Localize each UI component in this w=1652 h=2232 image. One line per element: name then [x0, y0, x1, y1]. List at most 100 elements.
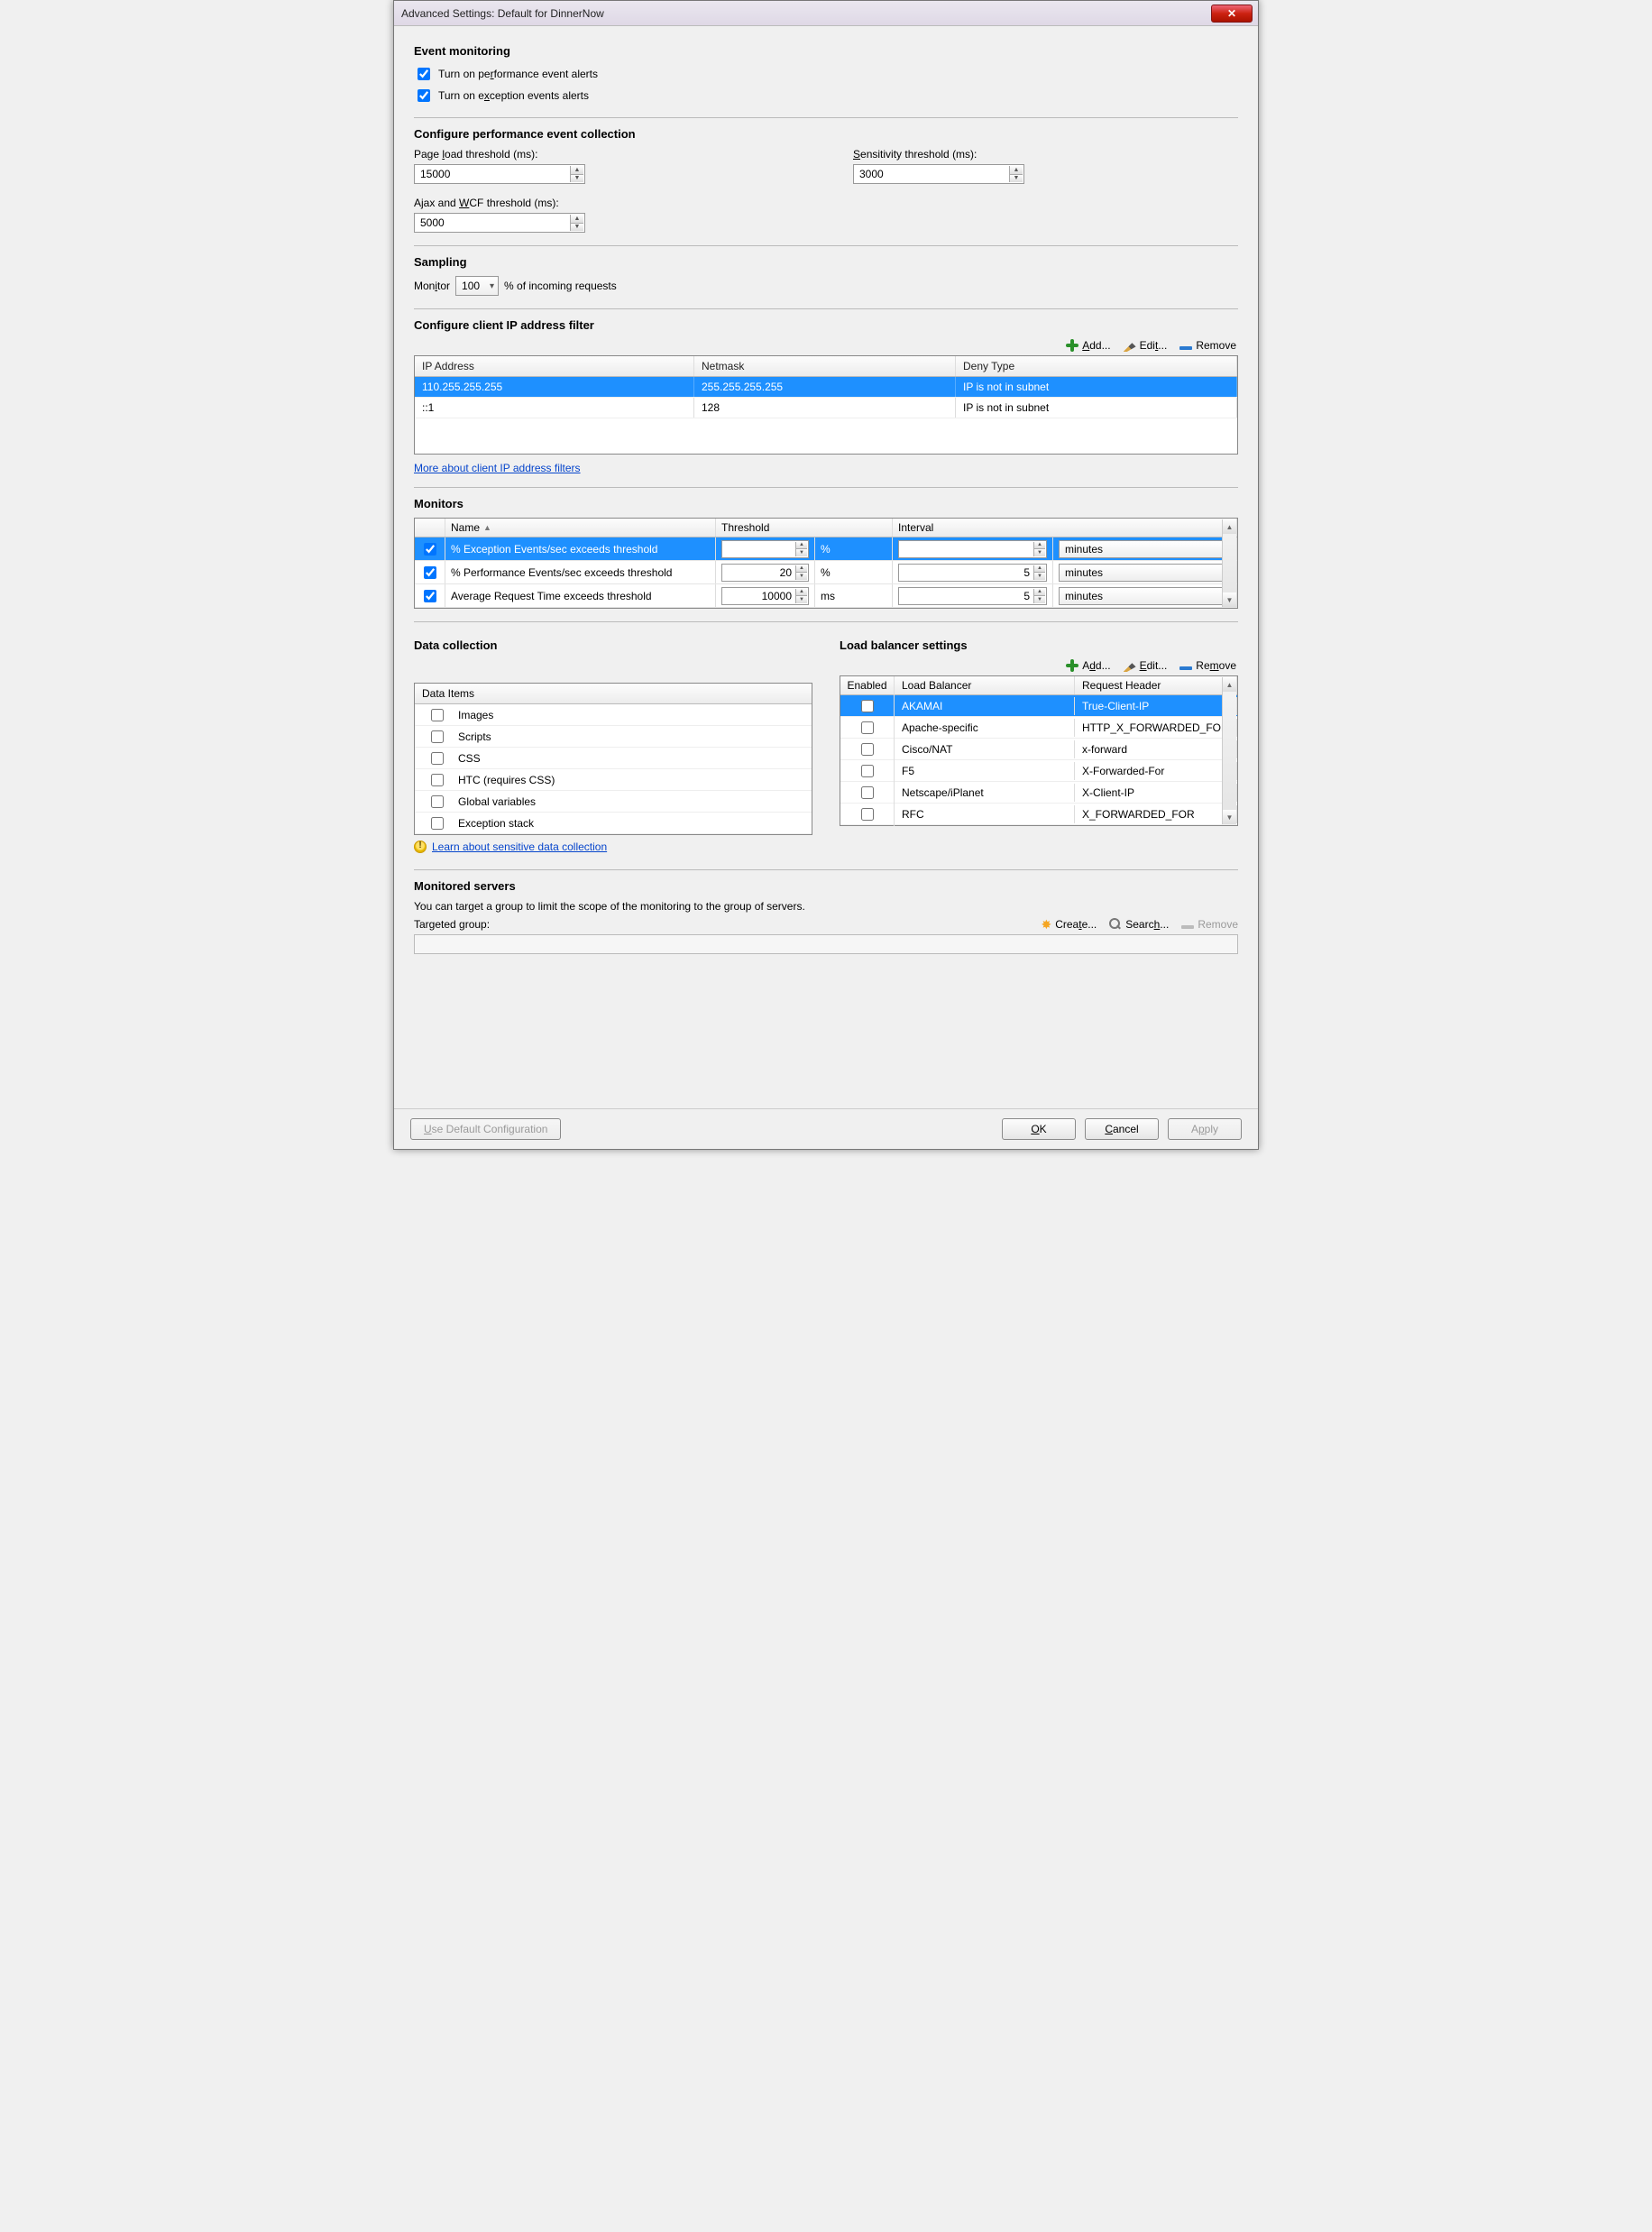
ip-row[interactable]: 110.255.255.255 255.255.255.255 IP is no… [415, 377, 1237, 398]
lb-name-header[interactable]: Load Balancer [895, 676, 1075, 694]
scrollbar[interactable]: ▲▼ [1222, 519, 1236, 607]
monitors-threshold-header[interactable]: Threshold [716, 519, 893, 537]
lb-add-button[interactable]: Add... [1066, 659, 1110, 672]
threshold-spinner[interactable]: ▲▼ [721, 564, 809, 582]
monitor-checkbox[interactable] [424, 566, 436, 579]
load-balancer-heading: Load balancer settings [840, 638, 1238, 652]
pencil-icon [1124, 339, 1136, 352]
lb-row[interactable]: AKAMAITrue-Client-IP [840, 695, 1237, 717]
data-item-checkbox[interactable] [431, 774, 444, 786]
search-icon [1109, 918, 1122, 931]
interval-spinner[interactable]: ▲▼ [898, 564, 1047, 582]
close-button[interactable]: ✕ [1211, 5, 1253, 23]
ip-edit-button[interactable]: Edit... [1124, 339, 1168, 352]
monitor-row[interactable]: % Performance Events/sec exceeds thresho… [415, 561, 1237, 584]
ok-button[interactable]: OK [1002, 1118, 1076, 1140]
ajax-input[interactable] [418, 216, 568, 230]
spinner-up[interactable]: ▲ [570, 215, 583, 224]
targeted-group-input[interactable] [414, 934, 1238, 954]
ip-add-button[interactable]: Add... [1066, 339, 1110, 352]
perf-alerts-checkbox[interactable] [418, 68, 430, 80]
create-button[interactable]: ✸Create... [1041, 918, 1097, 931]
threshold-spinner[interactable]: ▲▼ [721, 587, 809, 605]
lb-row[interactable]: Cisco/NATx-forward [840, 739, 1237, 760]
lb-row[interactable]: F5X-Forwarded-For [840, 760, 1237, 782]
cancel-button[interactable]: Cancel [1085, 1118, 1159, 1140]
lb-checkbox[interactable] [861, 786, 874, 799]
sensitive-data-link[interactable]: Learn about sensitive data collection [432, 840, 607, 853]
data-item-checkbox[interactable] [431, 817, 444, 830]
ip-filter-help-link[interactable]: More about client IP address filters [414, 462, 581, 474]
interval-unit-select[interactable]: minutes [1059, 587, 1231, 605]
titlebar[interactable]: Advanced Settings: Default for DinnerNow… [394, 1, 1258, 26]
interval-unit-select[interactable]: minutes [1059, 540, 1231, 558]
spinner-down[interactable]: ▼ [1009, 175, 1023, 183]
spinner-up[interactable]: ▲ [1009, 166, 1023, 175]
data-item-row[interactable]: Scripts [415, 726, 812, 748]
ip-row[interactable]: ::1 128 IP is not in subnet [415, 398, 1237, 418]
ajax-spinner[interactable]: ▲▼ [414, 213, 585, 233]
spinner-down[interactable]: ▼ [570, 224, 583, 232]
monitors-interval-header[interactable]: Interval [893, 519, 1237, 537]
monitor-row[interactable]: % Exception Events/sec exceeds threshold… [415, 537, 1237, 561]
lb-checkbox[interactable] [861, 808, 874, 821]
lb-checkbox[interactable] [861, 721, 874, 734]
data-item-row[interactable]: Global variables [415, 791, 812, 813]
targeted-remove-button: Remove [1181, 918, 1238, 931]
data-item-row[interactable]: HTC (requires CSS) [415, 769, 812, 791]
page-load-input[interactable] [418, 167, 568, 181]
monitored-servers-desc: You can target a group to limit the scop… [414, 900, 1238, 913]
lb-checkbox[interactable] [861, 700, 874, 712]
data-item-checkbox[interactable] [431, 709, 444, 721]
search-button[interactable]: Search... [1109, 918, 1169, 931]
data-item-row[interactable]: Exception stack [415, 813, 812, 834]
data-item-checkbox[interactable] [431, 795, 444, 808]
data-items-header[interactable]: Data Items [415, 684, 812, 704]
interval-unit-select[interactable]: minutes [1059, 564, 1231, 582]
data-item-row[interactable]: Images [415, 704, 812, 726]
spinner-up[interactable]: ▲ [570, 166, 583, 175]
perf-collection-heading: Configure performance event collection [414, 127, 1238, 141]
lb-row[interactable]: Netscape/iPlanetX-Client-IP [840, 782, 1237, 804]
lb-enabled-header[interactable]: Enabled [840, 676, 895, 694]
plus-icon [1066, 339, 1078, 352]
data-item-checkbox[interactable] [431, 730, 444, 743]
mask-col-header[interactable]: Netmask [694, 356, 956, 376]
lb-row[interactable]: Apache-specificHTTP_X_FORWARDED_FOR [840, 717, 1237, 739]
lb-edit-button[interactable]: Edit... [1124, 659, 1168, 672]
interval-spinner[interactable]: ▲▼ [898, 587, 1047, 605]
lb-checkbox[interactable] [861, 743, 874, 756]
lb-checkbox[interactable] [861, 765, 874, 777]
ip-col-header[interactable]: IP Address [415, 356, 694, 376]
data-item-checkbox[interactable] [431, 752, 444, 765]
apply-button: Apply [1168, 1118, 1242, 1140]
dialog-window: Advanced Settings: Default for DinnerNow… [393, 0, 1259, 1150]
monitor-checkbox[interactable] [424, 543, 436, 556]
interval-spinner[interactable]: ▲▼ [898, 540, 1047, 558]
deny-col-header[interactable]: Deny Type [956, 356, 1237, 376]
sensitivity-input[interactable] [858, 167, 1007, 181]
monitors-name-header[interactable]: Name▲ [445, 519, 716, 537]
monitor-row[interactable]: Average Request Time exceeds threshold ▲… [415, 584, 1237, 608]
lb-row[interactable]: RFCX_FORWARDED_FOR [840, 804, 1237, 825]
lb-remove-button[interactable]: Remove [1179, 659, 1236, 672]
exc-alerts-checkbox[interactable] [418, 89, 430, 102]
scrollbar[interactable]: ▲▼ [1222, 677, 1236, 824]
page-load-label: Page load threshold (ms): [414, 148, 799, 161]
threshold-spinner[interactable]: ▲▼ [721, 540, 809, 558]
pencil-icon [1124, 659, 1136, 672]
monitor-checkbox[interactable] [424, 590, 436, 602]
monitor-select[interactable]: 100 [455, 276, 499, 296]
spinner-down[interactable]: ▼ [570, 175, 583, 183]
monitors-grid: Name▲ Threshold Interval % Exception Eve… [414, 518, 1238, 609]
ip-remove-button[interactable]: Remove [1179, 339, 1236, 352]
warning-icon [414, 840, 427, 853]
sampling-suffix: % of incoming requests [504, 280, 617, 292]
lb-header-header[interactable]: Request Header [1075, 676, 1237, 694]
perf-alerts-label: Turn on performance event alerts [438, 68, 598, 80]
page-load-spinner[interactable]: ▲▼ [414, 164, 585, 184]
data-item-row[interactable]: CSS [415, 748, 812, 769]
content-area[interactable]: Event monitoring Turn on performance eve… [394, 26, 1258, 1108]
load-balancer-grid: Enabled Load Balancer Request Header AKA… [840, 675, 1238, 826]
sensitivity-spinner[interactable]: ▲▼ [853, 164, 1024, 184]
